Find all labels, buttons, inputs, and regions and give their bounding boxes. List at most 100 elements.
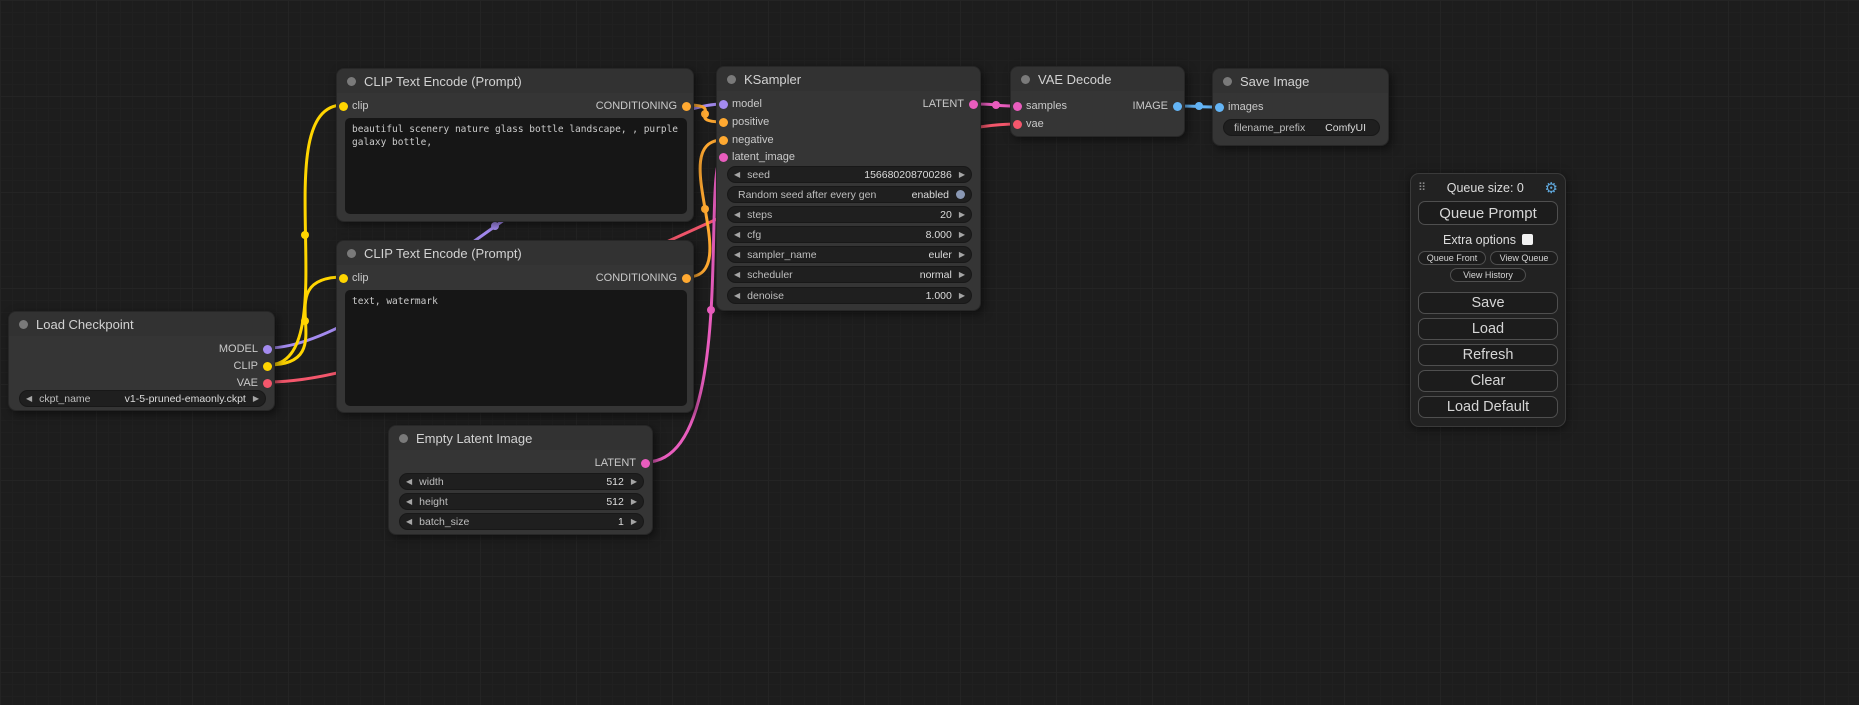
decrement-arrow-icon[interactable]: ◀	[406, 498, 412, 506]
increment-arrow-icon[interactable]: ▶	[959, 171, 965, 179]
widget-value[interactable]: 1	[618, 516, 624, 528]
output-port-conditioning[interactable]	[682, 274, 691, 283]
node-titlebar[interactable]: Empty Latent Image	[389, 426, 652, 450]
decrement-arrow-icon[interactable]: ◀	[734, 231, 740, 239]
widget-value[interactable]: v1-5-pruned-emaonly.ckpt	[125, 393, 246, 405]
input-port-clip[interactable]	[339, 274, 348, 283]
ckpt-name-widget[interactable]: ◀ ckpt_name v1-5-pruned-emaonly.ckpt ▶	[19, 390, 266, 407]
input-port-samples[interactable]	[1013, 102, 1022, 111]
decrement-arrow-icon[interactable]: ◀	[406, 478, 412, 486]
load-default-button[interactable]: Load Default	[1418, 396, 1558, 418]
widget-value[interactable]: 1.000	[926, 290, 952, 302]
collapse-dot-icon[interactable]	[347, 77, 356, 86]
widget-value[interactable]: ComfyUI	[1325, 122, 1366, 134]
widget-value[interactable]: 512	[606, 496, 624, 508]
queue-front-button[interactable]: Queue Front	[1418, 251, 1486, 265]
cfg-widget[interactable]: ◀ cfg 8.000 ▶	[727, 226, 972, 243]
prompt-textarea[interactable]: beautiful scenery nature glass bottle la…	[345, 118, 687, 214]
widget-value[interactable]: 156680208700286	[864, 169, 952, 181]
node-load-checkpoint[interactable]: Load Checkpoint MODEL CLIP VAE ◀ ckpt_na…	[8, 311, 275, 411]
node-empty-latent-image[interactable]: Empty Latent Image LATENT ◀ width 512 ▶ …	[388, 425, 653, 535]
collapse-dot-icon[interactable]	[19, 320, 28, 329]
increment-arrow-icon[interactable]: ▶	[959, 231, 965, 239]
sampler-name-widget[interactable]: ◀ sampler_name euler ▶	[727, 246, 972, 263]
widget-value[interactable]: 20	[940, 209, 952, 221]
input-port-images[interactable]	[1215, 103, 1224, 112]
node-clip-text-encode-negative[interactable]: CLIP Text Encode (Prompt) clip CONDITION…	[336, 240, 694, 413]
output-port-latent[interactable]	[969, 100, 978, 109]
decrement-arrow-icon[interactable]: ◀	[734, 171, 740, 179]
collapse-dot-icon[interactable]	[1021, 75, 1030, 84]
save-button[interactable]: Save	[1418, 292, 1558, 314]
node-ksampler[interactable]: KSampler model positive negative latent_…	[716, 66, 981, 311]
node-titlebar[interactable]: Save Image	[1213, 69, 1388, 93]
increment-arrow-icon[interactable]: ▶	[631, 498, 637, 506]
node-save-image[interactable]: Save Image images filename_prefix ComfyU…	[1212, 68, 1389, 146]
widget-value[interactable]: enabled	[912, 189, 949, 201]
node-vae-decode[interactable]: VAE Decode samples vae IMAGE	[1010, 66, 1185, 137]
output-port-image[interactable]	[1173, 102, 1182, 111]
increment-arrow-icon[interactable]: ▶	[631, 478, 637, 486]
batch-size-widget[interactable]: ◀ batch_size 1 ▶	[399, 513, 644, 530]
node-titlebar[interactable]: KSampler	[717, 67, 980, 91]
widget-value[interactable]: normal	[920, 269, 952, 281]
prompt-textarea[interactable]: text, watermark	[345, 290, 687, 406]
collapse-dot-icon[interactable]	[347, 249, 356, 258]
extra-options-checkbox[interactable]	[1522, 234, 1533, 245]
widget-value[interactable]: 8.000	[926, 229, 952, 241]
input-port-latent-image[interactable]	[719, 153, 728, 162]
link-midpoint-dot	[992, 101, 1000, 109]
increment-arrow-icon[interactable]: ▶	[959, 211, 965, 219]
decrement-arrow-icon[interactable]: ◀	[734, 211, 740, 219]
widget-value[interactable]: euler	[928, 249, 951, 261]
next-arrow-icon[interactable]: ▶	[253, 395, 259, 403]
output-port-latent[interactable]	[641, 459, 650, 468]
prev-arrow-icon[interactable]: ◀	[26, 395, 32, 403]
input-port-negative[interactable]	[719, 136, 728, 145]
input-port-positive[interactable]	[719, 118, 728, 127]
output-port-clip[interactable]	[263, 362, 272, 371]
next-arrow-icon[interactable]: ▶	[959, 251, 965, 259]
increment-arrow-icon[interactable]: ▶	[959, 292, 965, 300]
node-clip-text-encode-positive[interactable]: CLIP Text Encode (Prompt) clip CONDITION…	[336, 68, 694, 222]
random-seed-widget[interactable]: Random seed after every gen enabled	[727, 186, 972, 203]
node-titlebar[interactable]: VAE Decode	[1011, 67, 1184, 91]
output-port-conditioning[interactable]	[682, 102, 691, 111]
settings-gear-icon[interactable]: ⚙	[1545, 181, 1558, 196]
node-titlebar[interactable]: CLIP Text Encode (Prompt)	[337, 241, 693, 265]
input-label-images: images	[1228, 101, 1263, 114]
load-button[interactable]: Load	[1418, 318, 1558, 340]
collapse-dot-icon[interactable]	[399, 434, 408, 443]
input-port-clip[interactable]	[339, 102, 348, 111]
decrement-arrow-icon[interactable]: ◀	[734, 292, 740, 300]
view-queue-button[interactable]: View Queue	[1490, 251, 1558, 265]
node-titlebar[interactable]: Load Checkpoint	[9, 312, 274, 336]
seed-widget[interactable]: ◀ seed 156680208700286 ▶	[727, 166, 972, 183]
filename-prefix-widget[interactable]: filename_prefix ComfyUI	[1223, 119, 1380, 136]
steps-widget[interactable]: ◀ steps 20 ▶	[727, 206, 972, 223]
increment-arrow-icon[interactable]: ▶	[631, 518, 637, 526]
node-titlebar[interactable]: CLIP Text Encode (Prompt)	[337, 69, 693, 93]
queue-prompt-button[interactable]: Queue Prompt	[1418, 201, 1558, 225]
next-arrow-icon[interactable]: ▶	[959, 271, 965, 279]
collapse-dot-icon[interactable]	[1223, 77, 1232, 86]
refresh-button[interactable]: Refresh	[1418, 344, 1558, 366]
input-port-model[interactable]	[719, 100, 728, 109]
graph-canvas[interactable]: Load Checkpoint MODEL CLIP VAE ◀ ckpt_na…	[0, 0, 1859, 705]
prev-arrow-icon[interactable]: ◀	[734, 271, 740, 279]
output-port-vae[interactable]	[263, 379, 272, 388]
view-history-button[interactable]: View History	[1450, 268, 1526, 282]
height-widget[interactable]: ◀ height 512 ▶	[399, 493, 644, 510]
denoise-widget[interactable]: ◀ denoise 1.000 ▶	[727, 287, 972, 304]
output-port-model[interactable]	[263, 345, 272, 354]
prev-arrow-icon[interactable]: ◀	[734, 251, 740, 259]
scheduler-widget[interactable]: ◀ scheduler normal ▶	[727, 266, 972, 283]
toggle-dot-icon[interactable]	[956, 190, 965, 199]
width-widget[interactable]: ◀ width 512 ▶	[399, 473, 644, 490]
collapse-dot-icon[interactable]	[727, 75, 736, 84]
decrement-arrow-icon[interactable]: ◀	[406, 518, 412, 526]
clear-button[interactable]: Clear	[1418, 370, 1558, 392]
widget-value[interactable]: 512	[606, 476, 624, 488]
input-port-vae[interactable]	[1013, 120, 1022, 129]
drag-handle-icon[interactable]: ⠿	[1418, 183, 1426, 194]
